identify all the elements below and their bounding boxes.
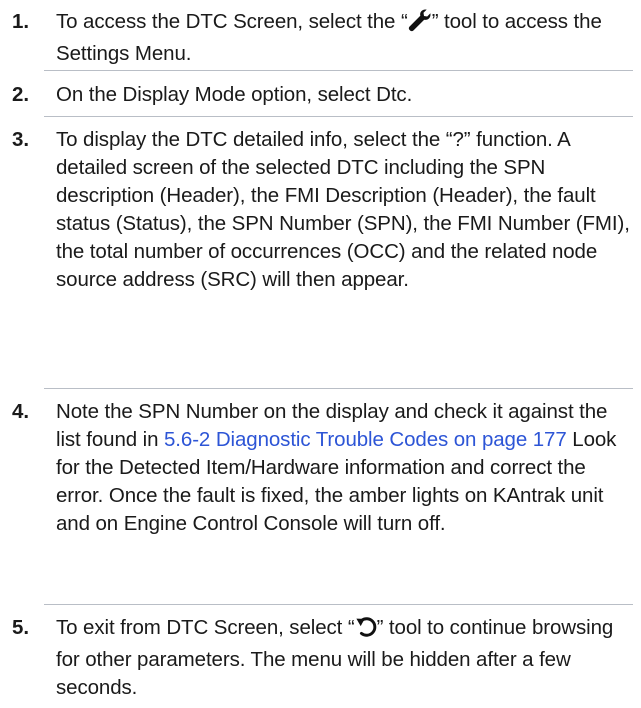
step-number: 2. (12, 83, 30, 106)
wrench-icon (408, 8, 432, 40)
step-divider (44, 388, 633, 389)
step-text: Note the SPN Number on the display and c… (56, 400, 617, 535)
step-divider (44, 116, 633, 117)
step-text: To access the DTC Screen, select the “” … (56, 8, 602, 65)
step-text: To display the DTC detailed info, select… (56, 128, 630, 291)
step-text: To exit from DTC Screen, select “” tool … (56, 616, 614, 699)
back-arrow-icon (355, 616, 377, 646)
step-divider (44, 604, 633, 605)
step-number: 3. (12, 128, 30, 151)
step-text: On the Display Mode option, select Dtc. (56, 83, 413, 106)
step-number: 5. (12, 616, 30, 639)
step-divider (44, 70, 633, 71)
step-number: 1. (12, 10, 30, 33)
step-number: 4. (12, 400, 30, 423)
cross-reference-link[interactable]: 5.6-2 Diagnostic Trouble Codes on page 1… (164, 428, 567, 451)
